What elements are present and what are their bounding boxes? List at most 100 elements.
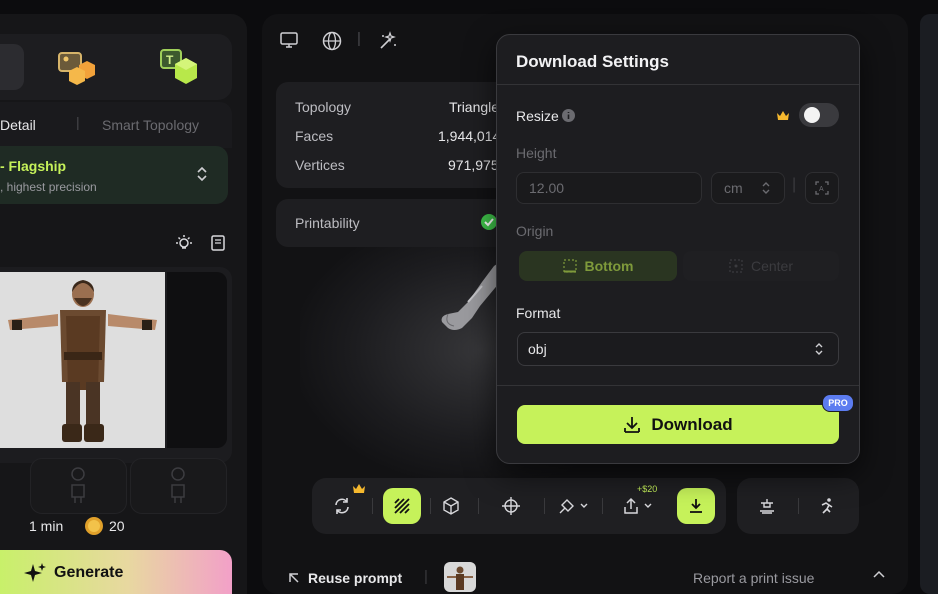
stat-value-topology: Triangle	[449, 99, 500, 115]
toolbar-separator	[798, 498, 799, 514]
model-thumbnail-figure	[447, 566, 473, 590]
printability-card[interactable]: Printability	[276, 199, 512, 247]
popover-title: Download Settings	[516, 52, 669, 71]
pose-option-1[interactable]	[30, 458, 127, 514]
bottom-divider: |	[424, 568, 428, 585]
download-label: Download	[651, 414, 733, 434]
mode-divider: |	[76, 114, 80, 130]
download-settings-popover: Download Settings Resize Height 12.00 cm…	[496, 34, 860, 464]
tab-text-to-3d[interactable]: T	[144, 34, 214, 100]
height-value: 12.00	[529, 180, 565, 196]
format-select[interactable]: obj	[517, 332, 839, 366]
right-panel-edge	[920, 14, 938, 594]
mode-tab-smart-topology[interactable]: Smart Topology	[102, 117, 199, 133]
report-print-issue-link[interactable]: Report a print issue	[693, 570, 814, 586]
rig-dropdown-button[interactable]	[554, 488, 592, 524]
toolbar-divider: |	[357, 30, 361, 47]
download-icon	[690, 499, 702, 513]
quality-subtitle: , highest precision	[0, 180, 97, 194]
coin-icon	[85, 517, 103, 535]
chevron-updown-icon	[197, 166, 207, 182]
generation-type-tabs: T	[0, 34, 232, 100]
quality-title: - Flagship	[0, 158, 67, 174]
crosshair-icon	[502, 497, 520, 515]
pen-tool-icon	[559, 499, 574, 514]
sparkle-wand-icon[interactable]	[378, 31, 398, 51]
animation-toolbar	[737, 478, 859, 534]
height-input[interactable]: 12.00	[516, 172, 702, 204]
mesh-view-button[interactable]	[432, 488, 470, 524]
resize-toggle[interactable]	[799, 103, 839, 127]
align-center-icon	[729, 259, 743, 273]
chevron-up-icon[interactable]	[873, 570, 885, 578]
cube-mesh-icon	[443, 497, 459, 515]
origin-center-label: Center	[750, 258, 794, 274]
mode-tab-detail[interactable]: Detail	[0, 117, 36, 133]
pose-button[interactable]	[748, 488, 786, 524]
info-icon[interactable]	[562, 109, 575, 122]
pose-figure-icon	[171, 467, 185, 503]
tab-image-to-3d[interactable]	[42, 34, 112, 100]
generate-label: Generate	[54, 564, 124, 581]
unit-value: cm	[724, 180, 743, 196]
chevron-updown-icon	[815, 343, 823, 355]
align-bottom-icon	[562, 259, 577, 273]
popover-header: Download Settings	[497, 35, 859, 85]
quality-selector[interactable]: - Flagship , highest precision	[0, 146, 228, 204]
origin-label: Origin	[516, 223, 554, 239]
monitor-icon[interactable]	[280, 32, 298, 48]
refresh-icon	[335, 498, 349, 514]
running-person-icon	[821, 498, 833, 514]
field-divider: |	[792, 176, 797, 193]
pose-figure-icon	[71, 467, 85, 503]
origin-center-option[interactable]: Center	[683, 251, 839, 281]
unit-select[interactable]: cm	[711, 172, 785, 204]
transform-button[interactable]	[492, 488, 530, 524]
hatch-icon	[394, 498, 410, 514]
preview-background-panel	[167, 272, 227, 448]
model-hand-mesh	[441, 262, 500, 330]
popover-divider	[497, 385, 859, 386]
download-button[interactable]: Download	[517, 405, 839, 444]
pro-badge: PRO	[822, 394, 854, 412]
arrow-up-left-icon	[289, 573, 299, 583]
model-thumbnail[interactable]	[444, 562, 476, 592]
globe-icon[interactable]	[322, 31, 342, 51]
format-value: obj	[528, 341, 547, 357]
character-preview-image[interactable]	[0, 272, 165, 448]
svg-text:A: A	[819, 186, 824, 193]
generation-time: 1 min	[29, 518, 64, 534]
lock-ratio-button[interactable]: A	[805, 172, 839, 204]
animate-button[interactable]	[808, 488, 846, 524]
generate-button[interactable]: Generate	[0, 550, 232, 594]
download-toolbar-button[interactable]	[677, 488, 715, 524]
origin-bottom-option[interactable]: Bottom	[519, 251, 677, 281]
pose-stand-icon	[760, 499, 774, 514]
resize-label: Resize	[516, 108, 559, 124]
wireframe-toggle-button[interactable]	[383, 488, 421, 524]
toolbar-separator	[372, 498, 373, 514]
caret-down-icon	[644, 503, 652, 508]
stat-value-vertices: 971,975	[448, 157, 499, 173]
tab-active-placeholder[interactable]	[0, 44, 24, 90]
lightbulb-icon[interactable]	[175, 234, 193, 252]
export-dropdown-button[interactable]	[618, 488, 656, 524]
stat-label-faces: Faces	[295, 128, 334, 144]
toggle-knob	[804, 107, 820, 123]
toolbar-separator	[478, 498, 479, 514]
credit-cost: 20	[109, 518, 125, 534]
blacksmith-figure	[0, 272, 165, 448]
stat-value-faces: 1,944,014	[438, 128, 501, 144]
mode-switch: Detail | Smart Topology	[0, 102, 232, 148]
caret-down-icon	[580, 503, 588, 508]
refresh-button[interactable]	[323, 488, 361, 524]
book-icon[interactable]	[210, 234, 226, 252]
mesh-stats-card: Topology Triangle Faces 1,944,014 Vertic…	[276, 82, 512, 188]
chevron-updown-icon	[762, 182, 770, 194]
stat-label-vertices: Vertices	[295, 157, 345, 173]
height-label: Height	[516, 145, 557, 161]
left-panel: T Detail | Smart Topology - Flagship , h…	[0, 14, 247, 594]
pose-option-2[interactable]	[130, 458, 227, 514]
reuse-prompt-link[interactable]: Reuse prompt	[308, 570, 402, 586]
viewport-toolbar: +$20	[312, 478, 726, 534]
